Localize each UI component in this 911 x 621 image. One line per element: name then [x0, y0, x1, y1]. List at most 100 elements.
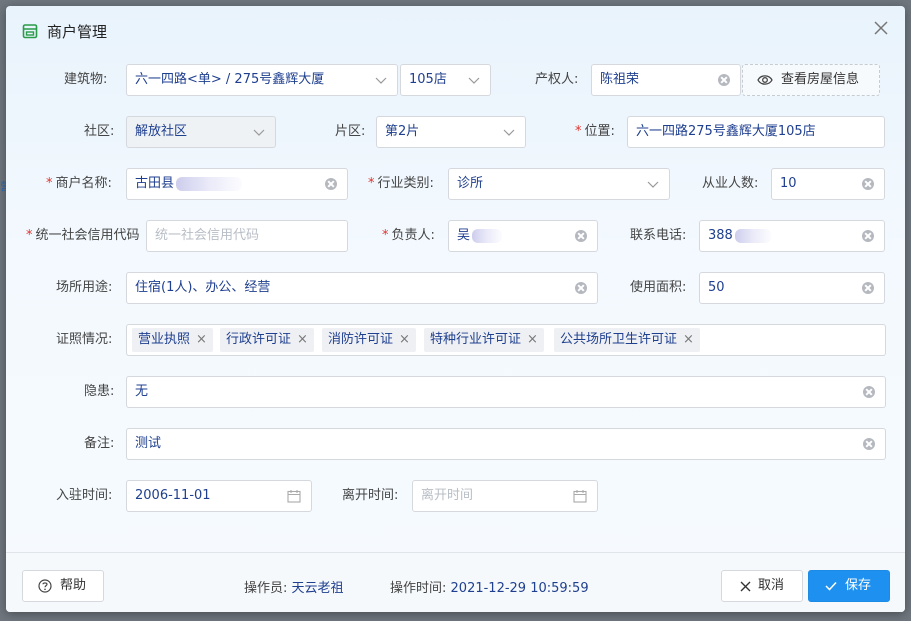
move-out-label: 离开时间: [342, 488, 399, 503]
view-house-button[interactable]: 查看房屋信息 [742, 64, 880, 96]
building-select[interactable]: 六一四路<单> / 275号鑫辉大厦 [126, 64, 398, 96]
clear-icon[interactable] [575, 230, 587, 242]
location-input[interactable]: 六一四路275号鑫辉大厦105店 [627, 116, 885, 148]
merchant-name-value: 古田县 [135, 176, 175, 191]
remove-tag-icon[interactable]: × [683, 332, 694, 347]
cancel-button[interactable]: 取消 [721, 570, 803, 602]
clear-icon[interactable] [575, 282, 587, 294]
hazard-input[interactable]: 无 [126, 376, 886, 408]
check-icon [825, 581, 837, 591]
area-label: 片区: [335, 124, 366, 139]
community-label: 社区: [84, 124, 115, 139]
help-label: 帮助 [60, 578, 87, 593]
manager-input[interactable]: 吴 [448, 220, 598, 252]
save-label: 保存 [845, 578, 872, 593]
move-in-date-picker[interactable]: 2006-11-01 [126, 480, 312, 512]
license-tag: 消防许可证 × [322, 328, 416, 352]
usage-input[interactable]: 住宿(1人)、办公、经营 [126, 272, 598, 304]
license-tag: 公共场所卫生许可证 × [554, 328, 700, 352]
calendar-icon [573, 490, 587, 503]
redacted-blur [472, 228, 503, 243]
move-out-date-picker[interactable]: 离开时间 [412, 480, 598, 512]
community-select[interactable]: 解放社区 [126, 116, 276, 148]
remark-input[interactable]: 测试 [126, 428, 886, 460]
credit-code-input[interactable]: 统一社会信用代码 [146, 220, 348, 252]
remove-tag-icon[interactable]: × [399, 332, 410, 347]
licenses-tag-input[interactable]: 营业执照 × 行政许可证 × 消防许可证 × 特种行业许可证 × 公共场所卫生许可证 × [126, 324, 886, 356]
location-value: 六一四路275号鑫辉大厦105店 [636, 124, 816, 139]
clear-icon[interactable] [718, 74, 730, 86]
area-value: 第2片 [385, 124, 420, 139]
calendar-icon [287, 490, 301, 503]
license-tag: 特种行业许可证 × [424, 328, 544, 352]
area-select[interactable]: 第2片 [376, 116, 526, 148]
clear-icon[interactable] [862, 230, 874, 242]
shop-number-value: 105店 [409, 72, 447, 87]
use-area-label: 使用面积: [630, 280, 687, 295]
owner-label: 产权人: [535, 72, 579, 87]
building-value: 六一四路<单> / 275号鑫辉大厦 [135, 72, 325, 87]
clear-icon[interactable] [325, 178, 337, 190]
cancel-label: 取消 [758, 578, 785, 593]
view-house-label: 查看房屋信息 [781, 72, 860, 87]
credit-code-placeholder: 统一社会信用代码 [155, 228, 260, 243]
redacted-blur [734, 228, 771, 243]
merchant-name-input[interactable]: 古田县 [126, 168, 348, 200]
credit-code-label: * 统一社会信用代码 [26, 228, 140, 243]
use-area-value: 50 [708, 280, 725, 295]
usage-value: 住宿(1人)、办公、经营 [135, 280, 271, 295]
close-icon [740, 581, 751, 592]
remove-tag-icon[interactable]: × [297, 332, 308, 347]
move-out-placeholder: 离开时间 [421, 488, 474, 503]
save-button[interactable]: 保存 [808, 570, 890, 602]
phone-label: 联系电话: [630, 228, 687, 243]
remark-value: 测试 [135, 436, 162, 451]
hazard-label: 隐患: [84, 384, 115, 399]
employees-value: 10 [780, 176, 797, 191]
chevron-down-icon [503, 129, 515, 136]
clear-icon[interactable] [863, 438, 875, 450]
licenses-label: 证照情况: [56, 332, 113, 347]
shop-number-select[interactable]: 105店 [400, 64, 491, 96]
phone-input[interactable]: 388 [699, 220, 885, 252]
merchant-name-label: * 商户名称: [46, 176, 112, 191]
chevron-down-icon [375, 77, 387, 84]
owner-input[interactable]: 陈祖荣 [591, 64, 741, 96]
operator-info: 操作员: 天云老祖 [244, 581, 344, 596]
merchant-dialog: 商户管理 建筑物: 六一四路<单> / 275号鑫辉大厦 105店 产权人: 陈… [6, 6, 905, 612]
clear-icon[interactable] [862, 282, 874, 294]
clear-icon[interactable] [863, 386, 875, 398]
industry-label: * 行业类别: [368, 176, 434, 191]
dialog-title: 商户管理 [47, 23, 108, 41]
help-circle-icon [38, 579, 52, 593]
hazard-value: 无 [135, 384, 149, 399]
redacted-blur [176, 176, 243, 191]
shop-icon [22, 24, 38, 39]
chevron-down-icon [647, 181, 659, 188]
use-area-input[interactable]: 50 [699, 272, 885, 304]
chevron-down-icon [253, 129, 265, 136]
employees-label: 从业人数: [702, 176, 759, 191]
dialog-footer: 帮助 操作员: 天云老祖 操作时间: 2021-12-29 10:59:59 取… [6, 552, 905, 612]
license-tag: 行政许可证 × [220, 328, 314, 352]
eye-icon [757, 75, 773, 85]
industry-value: 诊所 [457, 176, 484, 191]
usage-label: 场所用途: [56, 280, 113, 295]
industry-select[interactable]: 诊所 [448, 168, 670, 200]
remove-tag-icon[interactable]: × [527, 332, 538, 347]
move-in-label: 入驻时间: [56, 488, 113, 503]
help-button[interactable]: 帮助 [22, 570, 104, 602]
operation-time-info: 操作时间: 2021-12-29 10:59:59 [390, 581, 589, 596]
remove-tag-icon[interactable]: × [196, 332, 207, 347]
remark-label: 备注: [84, 436, 115, 451]
license-tag: 营业执照 × [132, 328, 213, 352]
dialog-header: 商户管理 [6, 6, 905, 52]
employees-input[interactable]: 10 [771, 168, 885, 200]
clear-icon[interactable] [862, 178, 874, 190]
manager-label: * 负责人: [382, 228, 435, 243]
chevron-down-icon [468, 77, 480, 84]
move-in-value: 2006-11-01 [135, 488, 211, 503]
building-label: 建筑物: [64, 72, 108, 87]
manager-value: 吴 [457, 228, 471, 243]
close-icon[interactable] [871, 18, 891, 38]
